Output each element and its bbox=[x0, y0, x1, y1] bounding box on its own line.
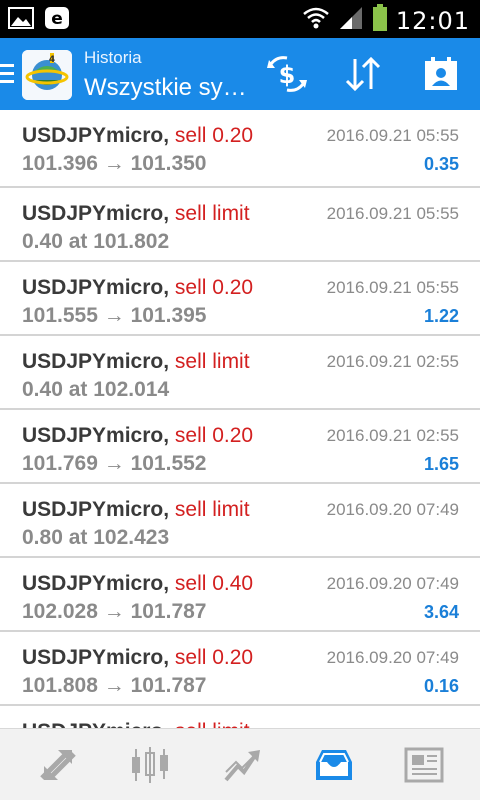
history-row[interactable]: USDJPYmicro, sell 0.20 101.769 → 101.552 2… bbox=[0, 410, 480, 484]
trade-profit: 0.35 bbox=[423, 154, 459, 174]
svg-text:e: e bbox=[51, 9, 63, 29]
history-row[interactable]: USDJPYmicro, sell 0.40 102.028 → 101.787 2… bbox=[0, 558, 480, 632]
calendar-icon[interactable] bbox=[416, 50, 466, 98]
news-icon[interactable] bbox=[376, 729, 472, 800]
trade-action: sell 0.20 bbox=[174, 276, 254, 299]
trade-detail: 101.808 → 101.787 bbox=[22, 674, 207, 697]
app-logo[interactable]: 4 bbox=[22, 50, 72, 100]
trade-symbol-line: USDJPYmicro, sell 0.20 bbox=[22, 646, 254, 669]
history-list[interactable]: USDJPYmicro, sell 0.20 101.396 → 101.350 2… bbox=[0, 110, 480, 728]
trade-symbol-line: USDJPYmicro, sell limit bbox=[22, 720, 250, 728]
trade-action: sell limit bbox=[174, 202, 250, 225]
clock-time: 12:01 bbox=[395, 6, 470, 35]
trade-profit: 3.64 bbox=[423, 602, 459, 622]
trade-symbol: USDJPYmicro bbox=[22, 124, 164, 147]
trade-action: sell 0.20 bbox=[174, 424, 254, 447]
history-row[interactable]: USDJPYmicro, sell 0.20 101.808 → 101.787 2… bbox=[0, 632, 480, 706]
trade-date: 2016.09.21 05:55 bbox=[326, 278, 459, 297]
trade-date: 2016.09.21 05:55 bbox=[326, 126, 459, 145]
trade-symbol-line: USDJPYmicro, sell 0.20 bbox=[22, 124, 254, 147]
trade-date: 2016.09.21 05:55 bbox=[326, 204, 459, 223]
trade-symbol-line: USDJPYmicro, sell 0.40 bbox=[22, 572, 254, 595]
trade-profit: 1.65 bbox=[423, 454, 459, 474]
svg-text:4: 4 bbox=[49, 55, 55, 65]
trade-date: 2016.09.20 07:49 bbox=[326, 500, 459, 519]
history-row[interactable]: USDJPYmicro, sell limit 0.80 at 102.423 20… bbox=[0, 484, 480, 558]
trade-symbol-line: USDJPYmicro, sell limit bbox=[22, 202, 250, 225]
app-bar: 4 Historia Wszystkie sy… $ bbox=[0, 38, 480, 110]
status-bar: e 12:01 bbox=[0, 0, 480, 38]
trade-profit: 1.22 bbox=[423, 306, 459, 326]
e-icon: e bbox=[44, 6, 70, 30]
chart-icon[interactable] bbox=[102, 729, 198, 800]
balance-filter-icon[interactable]: $ bbox=[262, 50, 312, 98]
history-row[interactable]: USDJPYmicro, sell limit bbox=[0, 706, 480, 728]
trade-date: 2016.09.21 02:55 bbox=[326, 426, 459, 445]
trade-detail: 0.40 at 101.802 bbox=[22, 230, 170, 253]
sort-icon[interactable] bbox=[338, 50, 388, 98]
trade-action: sell limit bbox=[174, 350, 250, 373]
trade-symbol-line: USDJPYmicro, sell limit bbox=[22, 350, 250, 373]
symbol-filter-title[interactable]: Wszystkie sy… bbox=[84, 74, 247, 102]
history-row[interactable]: USDJPYmicro, sell limit 0.40 at 101.802 20… bbox=[0, 188, 480, 262]
trade-symbol: USDJPYmicro bbox=[22, 350, 164, 373]
trade-symbol: USDJPYmicro bbox=[22, 498, 164, 521]
trade-date: 2016.09.21 02:55 bbox=[326, 352, 459, 371]
trade-detail: 101.769 → 101.552 bbox=[22, 452, 207, 475]
trade-detail: 0.80 at 102.423 bbox=[22, 526, 170, 549]
trade-action: sell 0.40 bbox=[174, 572, 254, 595]
trade-symbol: USDJPYmicro bbox=[22, 646, 164, 669]
trade-date: 2016.09.20 07:49 bbox=[326, 574, 459, 593]
trade-icon[interactable] bbox=[194, 729, 290, 800]
trade-detail: 102.028 → 101.787 bbox=[22, 600, 207, 623]
trade-detail: 0.40 at 102.014 bbox=[22, 378, 170, 401]
trade-symbol: USDJPYmicro bbox=[22, 720, 163, 728]
history-row[interactable]: USDJPYmicro, sell 0.20 101.555 → 101.395 2… bbox=[0, 262, 480, 336]
trade-symbol: USDJPYmicro bbox=[22, 572, 164, 595]
trade-detail: 101.396 → 101.350 bbox=[22, 152, 207, 175]
trade-action: sell 0.20 bbox=[174, 124, 254, 147]
trade-symbol: USDJPYmicro bbox=[22, 424, 164, 447]
trade-symbol-line: USDJPYmicro, sell limit bbox=[22, 498, 250, 521]
svg-text:$: $ bbox=[279, 61, 296, 89]
history-row[interactable]: USDJPYmicro, sell limit 0.40 at 102.014 20… bbox=[0, 336, 480, 410]
trade-symbol-line: USDJPYmicro, sell 0.20 bbox=[22, 424, 254, 447]
history-row[interactable]: USDJPYmicro, sell 0.20 101.396 → 101.350 2… bbox=[0, 110, 480, 188]
quotes-icon[interactable] bbox=[10, 729, 106, 800]
trade-symbol-line: USDJPYmicro, sell 0.20 bbox=[22, 276, 254, 299]
trade-symbol: USDJPYmicro bbox=[22, 276, 164, 299]
trade-date: 2016.09.20 07:49 bbox=[326, 648, 459, 667]
bottom-nav bbox=[0, 728, 480, 800]
trade-action: sell limit bbox=[175, 720, 250, 728]
wifi-icon bbox=[302, 5, 330, 36]
signal-icon bbox=[338, 5, 364, 36]
trade-action: sell 0.20 bbox=[174, 646, 254, 669]
trade-detail: 101.555 → 101.395 bbox=[22, 304, 207, 327]
trade-action: sell limit bbox=[174, 498, 250, 521]
app-subtitle: Historia bbox=[84, 48, 142, 67]
battery-icon bbox=[372, 4, 388, 37]
trade-profit: 0.16 bbox=[423, 676, 459, 696]
history-icon[interactable] bbox=[286, 729, 382, 800]
image-icon bbox=[8, 6, 34, 30]
menu-icon[interactable] bbox=[0, 64, 14, 84]
trade-symbol: USDJPYmicro bbox=[22, 202, 164, 225]
